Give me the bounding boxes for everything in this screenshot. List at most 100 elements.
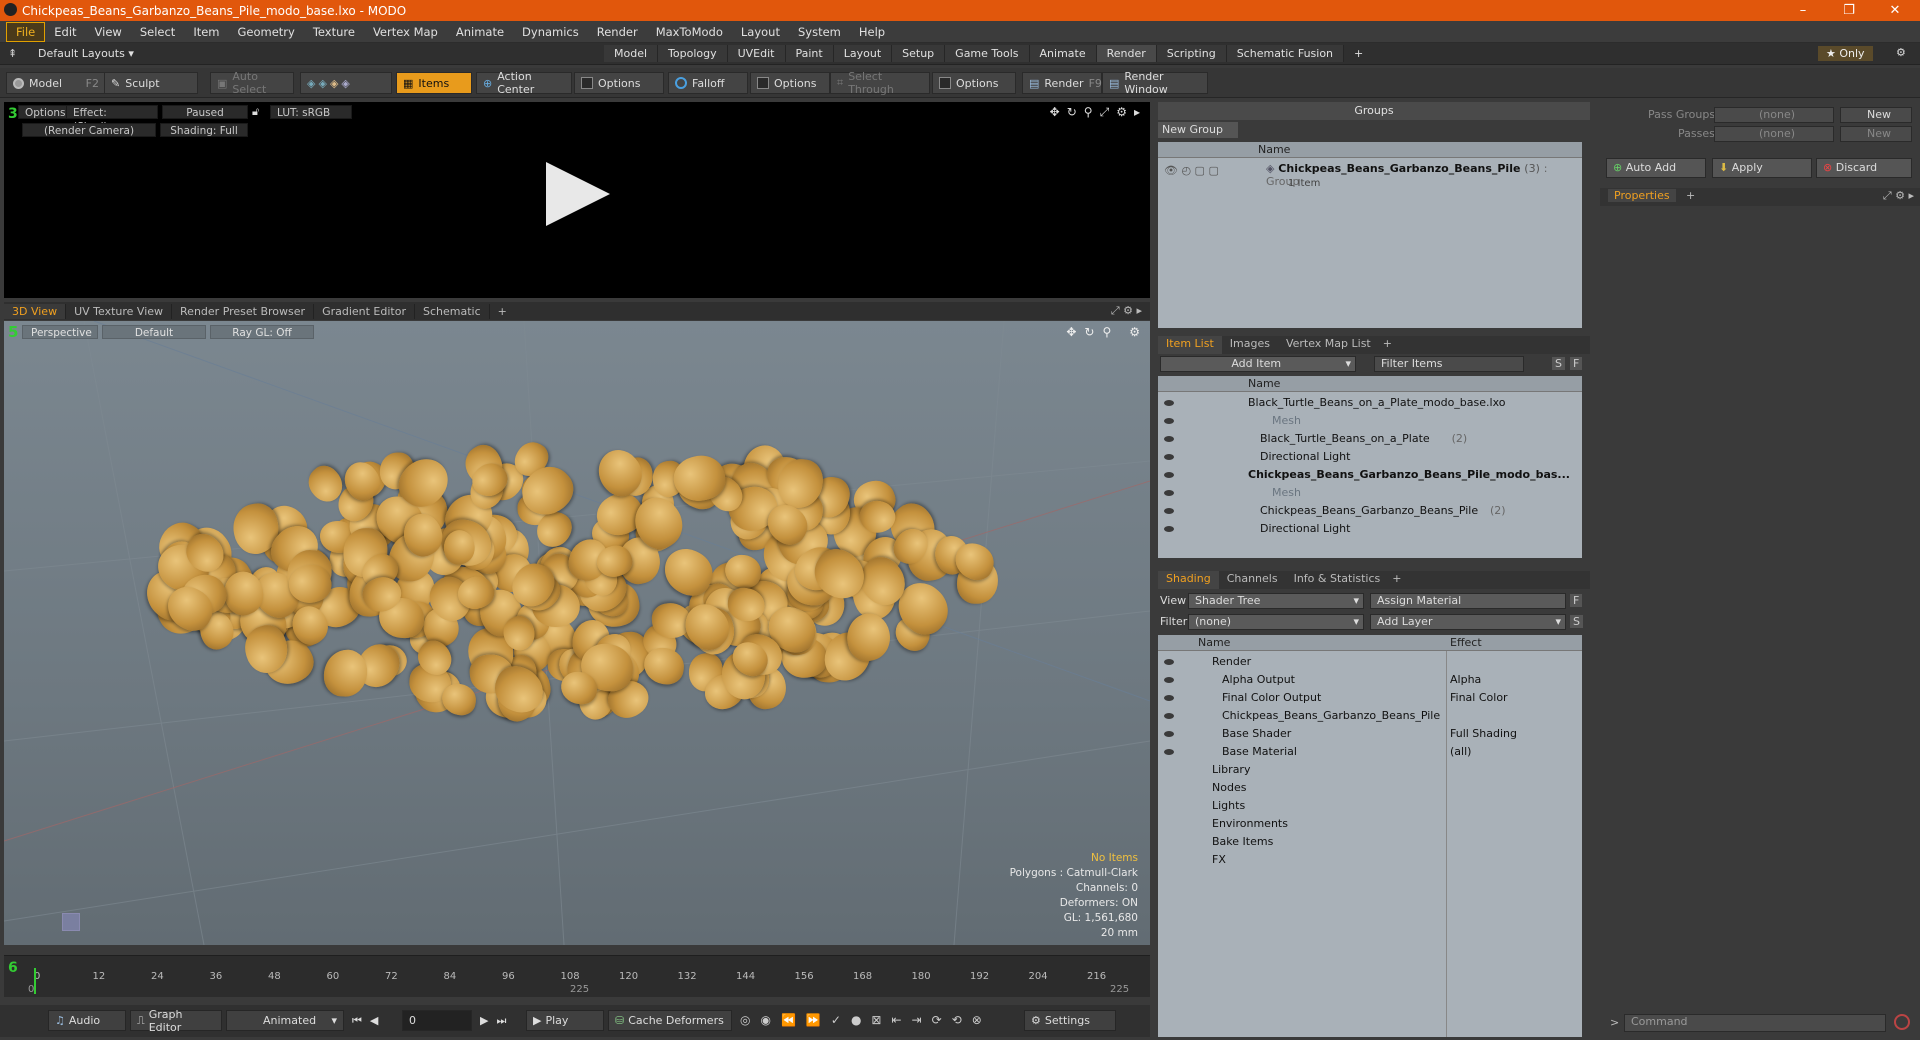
play-button[interactable]: ▶ Play <box>526 1010 604 1031</box>
tab-model[interactable]: Model <box>604 45 659 62</box>
set-key-icon[interactable]: ✓ <box>831 1013 841 1027</box>
only-toggle[interactable]: ★ Only <box>1818 46 1873 61</box>
add-tab-icon[interactable]: + <box>1388 571 1405 589</box>
next-frame-icon[interactable]: ▶ <box>480 1014 488 1028</box>
gear-icon[interactable]: ⚙ <box>1129 325 1140 339</box>
visibility-eye-icon[interactable] <box>1164 436 1174 442</box>
items-mode-button[interactable]: ▦ Items <box>396 72 472 94</box>
add-layer-dropdown[interactable]: Add Layer ▾ <box>1370 614 1566 630</box>
tab-topology[interactable]: Topology <box>658 45 728 62</box>
shader-tree-row[interactable]: Base Shader Full Shading <box>1158 725 1582 743</box>
item-list-row[interactable]: Chickpeas_Beans_Garbanzo_Beans_Pile (2) <box>1158 502 1582 520</box>
pan-icon[interactable]: ✥ <box>1050 105 1060 120</box>
add-tab-icon[interactable]: + <box>490 304 515 319</box>
menu-layout[interactable]: Layout <box>732 23 789 41</box>
discard-button[interactable]: ⊗ Discard <box>1816 158 1912 178</box>
audio-button[interactable]: ♫ Audio <box>48 1010 126 1031</box>
menu-help[interactable]: Help <box>850 23 894 41</box>
close-icon[interactable]: ✕ <box>1872 0 1918 21</box>
view-dropdown[interactable]: Shader Tree ▾ <box>1188 593 1364 609</box>
menu-texture[interactable]: Texture <box>304 23 364 41</box>
tab-item-list[interactable]: Item List <box>1158 336 1222 354</box>
visibility-eye-icon[interactable] <box>1164 713 1174 719</box>
shader-tree-row[interactable]: Final Color Output Final Color <box>1158 689 1582 707</box>
visibility-eye-icon[interactable] <box>1164 659 1174 665</box>
tab-info-statistics[interactable]: Info & Statistics <box>1286 571 1389 589</box>
visibility-eye-icon[interactable] <box>1164 749 1174 755</box>
tab-animate[interactable]: Animate <box>1029 45 1097 62</box>
visibility-eye-icon[interactable] <box>1164 526 1174 532</box>
auto-select-button[interactable]: ▣ Auto Select <box>210 70 294 96</box>
item-list-row[interactable]: Directional Light <box>1158 448 1582 466</box>
menu-animate[interactable]: Animate <box>447 23 513 41</box>
pass-groups-dropdown[interactable]: (none) <box>1714 107 1834 123</box>
tab-shading[interactable]: Shading <box>1158 571 1219 589</box>
auto-add-button[interactable]: ⊕ Auto Add <box>1606 158 1706 178</box>
clear-icon[interactable]: ⊗ <box>972 1013 982 1027</box>
chickpeas-pile-mesh[interactable] <box>136 431 1002 731</box>
item-list-row[interactable]: Black_Turtle_Beans_on_a_Plate (2) <box>1158 430 1582 448</box>
bake-icon[interactable]: ⟲ <box>952 1013 962 1027</box>
menu-file[interactable]: File <box>6 21 46 42</box>
timeline[interactable]: 6 0 12 24 36 48 60 72 84 96 108 120 132 144 156 168 180… <box>4 955 1150 997</box>
tab-images[interactable]: Images <box>1222 336 1278 354</box>
filter-items-input[interactable]: Filter Items <box>1374 356 1524 372</box>
jump-start-icon[interactable]: ⇤ <box>891 1013 901 1027</box>
gear-icon[interactable]: ⚙ <box>1896 46 1906 59</box>
shader-tree-row[interactable]: Environments <box>1158 815 1582 833</box>
tab-channels[interactable]: Channels <box>1219 571 1286 589</box>
tab-render[interactable]: Render <box>1096 45 1157 62</box>
model-mode-button[interactable]: Model F2 <box>6 72 106 94</box>
visibility-eye-icon[interactable] <box>1164 695 1174 701</box>
reset-icon[interactable]: ↻ <box>1067 105 1077 120</box>
sculpt-button[interactable]: ✎ Sculpt <box>104 72 198 94</box>
tab-uvedit[interactable]: UVEdit <box>727 45 786 62</box>
menu-render[interactable]: Render <box>588 23 647 41</box>
prev-frame-icon[interactable]: ◀ <box>370 1014 378 1028</box>
key-icon[interactable]: ◎ <box>740 1013 750 1027</box>
expand-arrow-icon[interactable]: ▸ <box>1134 105 1140 120</box>
playhead[interactable] <box>34 968 36 994</box>
tab-vertex-map-list[interactable]: Vertex Map List <box>1278 336 1379 354</box>
menu-dynamics[interactable]: Dynamics <box>513 23 588 41</box>
visibility-eye-icon[interactable] <box>1164 454 1174 460</box>
group-row-icons[interactable]: 👁︎ ◴ ▢ ▢ <box>1164 164 1219 177</box>
rotate-icon[interactable]: ↻ <box>1084 325 1094 339</box>
maximize-icon[interactable]: ⤢ <box>1100 105 1110 120</box>
tab-schematic[interactable]: Schematic <box>415 303 490 319</box>
animated-dropdown[interactable]: Animated ▾ <box>226 1010 344 1031</box>
item-list-row[interactable]: Directional Light <box>1158 520 1582 538</box>
tab-uv-texture-view[interactable]: UV Texture View <box>66 303 173 319</box>
shading-f-button[interactable]: F <box>1570 594 1583 607</box>
item-list-row[interactable]: Mesh <box>1158 412 1582 430</box>
maximize-icon[interactable]: ⤢ ⚙ ▸ <box>1103 303 1150 319</box>
visibility-eye-icon[interactable] <box>1164 418 1174 424</box>
select-through-options-button[interactable]: Options <box>932 72 1016 94</box>
assign-material-button[interactable]: Assign Material <box>1370 593 1566 609</box>
shader-tree-row[interactable]: Alpha Output Alpha <box>1158 671 1582 689</box>
first-frame-icon[interactable]: ⏮ <box>352 1014 362 1028</box>
item-list-row[interactable]: Black_Turtle_Beans_on_a_Plate_modo_base.… <box>1158 394 1582 412</box>
tab-setup[interactable]: Setup <box>892 45 946 62</box>
tab-paint[interactable]: Paint <box>785 45 834 62</box>
shader-tree-row[interactable]: Library <box>1158 761 1582 779</box>
pass-groups-new-button[interactable]: New <box>1840 107 1912 123</box>
apply-button[interactable]: ⬇ Apply <box>1712 158 1812 178</box>
action-center-options-button[interactable]: Options <box>574 72 664 94</box>
key-filter-icon[interactable]: ⊠ <box>871 1013 881 1027</box>
shader-tree-row[interactable]: Lights <box>1158 797 1582 815</box>
cache-deformers-button[interactable]: ⛁ Cache Deformers <box>608 1010 732 1031</box>
record-icon[interactable]: ● <box>851 1013 861 1027</box>
menu-item[interactable]: Item <box>184 23 228 41</box>
render-effect-dropdown[interactable]: Effect: (Shadi... <box>66 105 158 133</box>
render-button[interactable]: ▤ Render F9 <box>1022 72 1102 94</box>
action-center-button[interactable]: ⊕ Action Center <box>476 70 572 96</box>
tab-layout[interactable]: Layout <box>833 45 893 62</box>
passes-new-button[interactable]: New <box>1840 126 1912 142</box>
panel-options-icon[interactable]: ⤢ ⚙ ▸ <box>1883 189 1914 203</box>
falloff-options-button[interactable]: Options <box>750 72 830 94</box>
menu-maxtomodo[interactable]: MaxToModo <box>647 23 732 41</box>
shader-tree-row[interactable]: Chickpeas_Beans_Garbanzo_Beans_Pile <box>1158 707 1582 725</box>
tab-schematic-fusion[interactable]: Schematic Fusion <box>1226 45 1345 62</box>
last-frame-icon[interactable]: ⏭ <box>496 1014 506 1028</box>
